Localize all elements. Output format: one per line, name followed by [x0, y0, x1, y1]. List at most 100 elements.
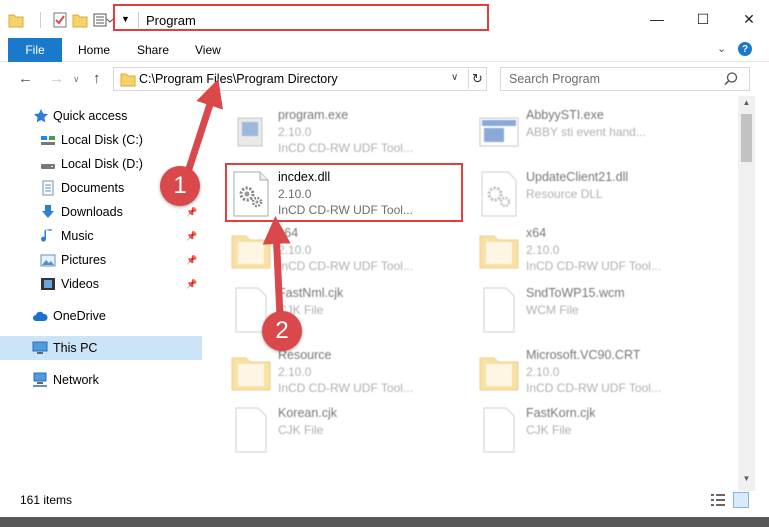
scroll-up-arrow-icon[interactable]: ▲ [738, 98, 755, 112]
desktop-background-strip [0, 517, 769, 527]
sidebar-item-onedrive[interactable]: OneDrive [0, 304, 202, 328]
folder-item[interactable]: x64 2.10.0 InCD CD-RW UDF Tool... [230, 222, 470, 280]
sidebar-item-label: Network [53, 373, 99, 387]
dll-gear-file-icon [481, 171, 517, 217]
address-bar[interactable]: C:\Program Files\Program Directory ∨ ↻ [113, 67, 487, 91]
pin-icon[interactable]: 📌 [186, 279, 197, 290]
file-item[interactable]: FastKorn.cjk CJK File [478, 402, 718, 460]
file-item[interactable]: AbbyySTI.exe ABBY sti event hand... [478, 104, 718, 162]
maximize-button[interactable]: ☐ [680, 0, 726, 38]
sidebar-item-videos[interactable]: Videos 📌 [0, 272, 202, 296]
file-description: InCD CD-RW UDF Tool... [278, 203, 413, 217]
sidebar-item-label: Music [61, 229, 94, 243]
folder-version: 2.10.0 [526, 365, 560, 379]
pin-icon[interactable]: 📌 [186, 231, 197, 242]
close-button[interactable]: ✕ [726, 0, 769, 38]
sidebar-item-quick-access[interactable]: Quick access [0, 104, 202, 128]
folder-description: InCD CD-RW UDF Tool... [526, 259, 661, 273]
pin-icon[interactable]: 📌 [186, 255, 197, 266]
search-box[interactable] [500, 67, 750, 91]
folder-icon [479, 357, 519, 391]
file-item[interactable]: program.exe 2.10.0 InCD CD-RW UDF Tool..… [230, 104, 470, 162]
file-name: incdex.dll [278, 170, 331, 184]
folder-description: InCD CD-RW UDF Tool... [526, 381, 661, 395]
toolbar-separator [40, 12, 41, 28]
downloads-icon [42, 205, 54, 218]
file-name: UpdateClient21.dll [526, 170, 629, 184]
file-item-incdex[interactable]: incdex.dll 2.10.0 InCD CD-RW UDF Tool... [230, 166, 470, 224]
step-badge-2: 2 [262, 311, 302, 351]
navigation-pane: Quick access Local Disk (C:) Local Disk … [0, 96, 202, 491]
sidebar-item-label: Quick access [53, 109, 128, 123]
customize-toolbar-chevron-icon[interactable]: ▼ [121, 14, 131, 32]
minimize-button[interactable]: — [634, 0, 680, 38]
chevron-down-icon[interactable]: ⌄ [717, 42, 726, 55]
videos-icon [41, 278, 55, 290]
folder-item[interactable]: Resource 2.10.0 InCD CD-RW UDF Tool... [230, 344, 470, 402]
exe-file-icon [479, 117, 519, 147]
file-name: AbbyySTI.exe [526, 108, 604, 122]
documents-icon [42, 180, 54, 196]
folder-icon [8, 14, 24, 28]
details-view-icon[interactable] [710, 493, 726, 507]
sidebar-item-label: Videos [61, 277, 99, 291]
file-version: 2.10.0 [278, 125, 312, 139]
new-folder-icon[interactable] [72, 11, 88, 29]
file-item[interactable]: SndToWP15.wcm WCM File [478, 282, 718, 340]
step-badge-1: 1 [160, 166, 200, 206]
sidebar-item-label: Documents [61, 181, 125, 195]
sidebar-item-local-disk-c[interactable]: Local Disk (C:) [0, 128, 202, 152]
folder-icon [231, 357, 271, 391]
file-description: Resource DLL [526, 187, 603, 201]
folder-version: 2.10.0 [278, 365, 312, 379]
scroll-thumb[interactable] [741, 114, 752, 162]
file-list: program.exe 2.10.0 InCD CD-RW UDF Tool..… [202, 96, 738, 491]
properties-check-icon[interactable] [52, 11, 68, 29]
back-arrow-icon[interactable]: ← [18, 70, 33, 87]
folder-name: x64 [278, 226, 299, 240]
rename-icon[interactable] [93, 11, 113, 29]
sidebar-item-network[interactable]: Network [0, 368, 202, 392]
address-path[interactable]: C:\Program Files\Program Directory [139, 72, 338, 86]
up-arrow-icon[interactable]: ↑ [93, 70, 101, 87]
tab-home[interactable]: Home [78, 38, 110, 62]
tab-view[interactable]: View [195, 38, 221, 62]
search-icon[interactable] [723, 71, 739, 87]
sidebar-item-pictures[interactable]: Pictures 📌 [0, 248, 202, 272]
sidebar-item-label: This PC [53, 341, 98, 355]
sidebar-item-label: Pictures [61, 253, 107, 267]
folder-icon [479, 235, 519, 269]
file-description: InCD CD-RW UDF Tool... [278, 141, 413, 155]
pictures-icon [40, 254, 56, 267]
star-icon [34, 109, 48, 123]
folder-item[interactable]: Microsoft.VC90.CRT 2.10.0 InCD CD-RW UDF… [478, 344, 718, 402]
file-item[interactable]: Korean.cjk CJK File [230, 402, 470, 460]
blank-file-icon [483, 287, 515, 333]
folder-name: Microsoft.VC90.CRT [526, 348, 641, 362]
pin-icon[interactable]: 📌 [186, 207, 197, 218]
file-item[interactable]: UpdateClient21.dll Resource DLL [478, 166, 718, 224]
title-bar: ▼ Program — ☐ ✕ [0, 0, 769, 38]
ribbon-tabs: File Home Share View ⌄ ? [0, 38, 769, 62]
folder-description: InCD CD-RW UDF Tool... [278, 381, 413, 395]
status-bar: 161 items [0, 491, 769, 517]
sidebar-item-music[interactable]: Music 📌 [0, 224, 202, 248]
scroll-down-arrow-icon[interactable]: ▼ [738, 474, 755, 488]
sidebar-item-label: OneDrive [53, 309, 106, 323]
search-input[interactable] [501, 68, 721, 90]
forward-arrow-icon[interactable]: → [49, 70, 64, 87]
address-dropdown-chevron-icon[interactable]: ∨ [451, 72, 458, 83]
file-version: 2.10.0 [278, 187, 312, 201]
recent-locations-chevron-icon[interactable]: ∨ [73, 74, 80, 85]
refresh-icon[interactable]: ↻ [468, 69, 486, 89]
folder-item[interactable]: x64 2.10.0 InCD CD-RW UDF Tool... [478, 222, 718, 280]
file-name: FastKorn.cjk [526, 406, 596, 420]
vertical-scrollbar[interactable]: ▲ ▼ [738, 96, 755, 491]
sidebar-item-this-pc[interactable]: This PC [0, 336, 202, 360]
file-type: CJK File [526, 423, 572, 437]
tab-file[interactable]: File [8, 38, 62, 62]
exe-file-icon [237, 117, 263, 147]
help-icon[interactable]: ? [738, 42, 752, 56]
tab-share[interactable]: Share [137, 38, 169, 62]
tiles-view-icon[interactable] [733, 492, 749, 508]
